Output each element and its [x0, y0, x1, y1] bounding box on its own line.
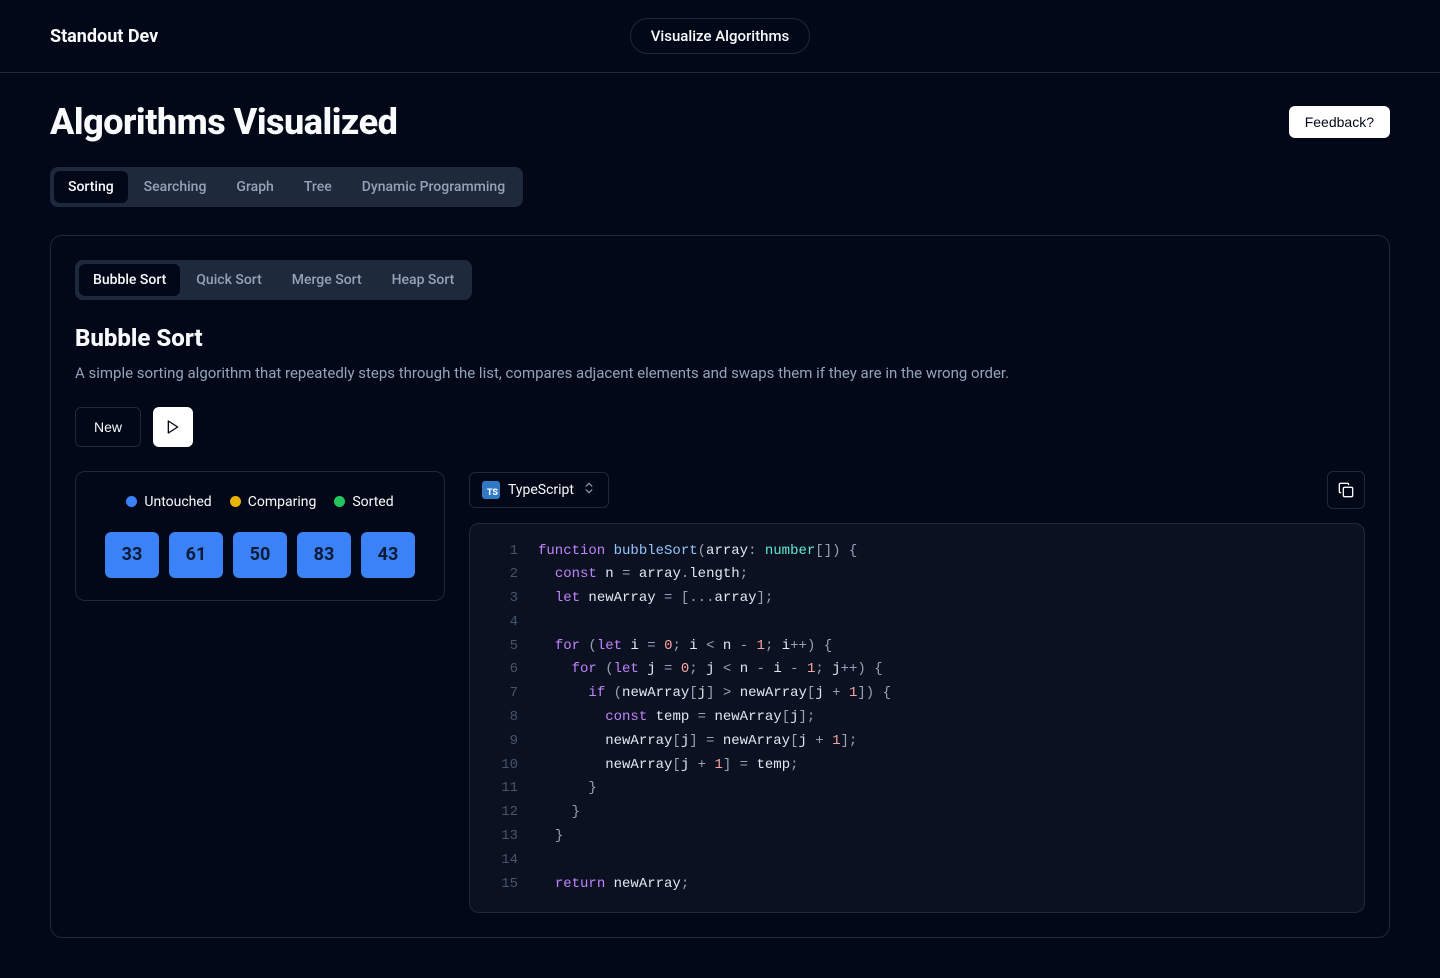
code-content: } — [538, 777, 597, 801]
algorithm-description: A simple sorting algorithm that repeated… — [75, 362, 1365, 385]
algorithm-card: Bubble SortQuick SortMerge SortHeap Sort… — [50, 235, 1390, 938]
algorithm-tabs: Bubble SortQuick SortMerge SortHeap Sort — [75, 260, 472, 300]
page-title: Algorithms Visualized — [50, 101, 397, 143]
legend-sorted-label: Sorted — [352, 494, 393, 510]
line-number: 6 — [488, 658, 518, 682]
code-toolbar: TS TypeScript — [469, 471, 1365, 509]
line-number: 12 — [488, 801, 518, 825]
line-number: 10 — [488, 754, 518, 778]
line-number: 4 — [488, 611, 518, 635]
copy-button[interactable] — [1327, 471, 1365, 509]
subtab-quick-sort[interactable]: Quick Sort — [182, 264, 275, 296]
code-line: 4 — [488, 611, 1346, 635]
language-label: TypeScript — [508, 482, 574, 498]
array-cell: 43 — [361, 532, 415, 578]
controls-row: New — [75, 407, 1365, 447]
dot-blue-icon — [126, 496, 137, 507]
array-cell: 50 — [233, 532, 287, 578]
code-block: 1function bubbleSort(array: number[]) {2… — [469, 523, 1365, 914]
legend-untouched: Untouched — [126, 494, 211, 510]
tab-tree[interactable]: Tree — [290, 171, 346, 203]
line-number: 8 — [488, 706, 518, 730]
dot-green-icon — [334, 496, 345, 507]
line-number: 9 — [488, 730, 518, 754]
code-line: 10 newArray[j + 1] = temp; — [488, 754, 1346, 778]
legend-sorted: Sorted — [334, 494, 393, 510]
code-line: 12 } — [488, 801, 1346, 825]
code-line: 8 const temp = newArray[j]; — [488, 706, 1346, 730]
code-content: let newArray = [...array]; — [538, 587, 773, 611]
legend-comparing: Comparing — [230, 494, 317, 510]
site-header: Standout Dev Visualize Algorithms — [0, 0, 1440, 73]
code-line: 6 for (let j = 0; j < n - i - 1; j++) { — [488, 658, 1346, 682]
line-number: 14 — [488, 849, 518, 873]
copy-icon — [1338, 482, 1354, 498]
algorithm-title: Bubble Sort — [75, 324, 1365, 352]
code-content: if (newArray[j] > newArray[j + 1]) { — [538, 682, 891, 706]
code-line: 5 for (let i = 0; i < n - 1; i++) { — [488, 635, 1346, 659]
play-button[interactable] — [153, 407, 193, 447]
code-line: 7 if (newArray[j] > newArray[j + 1]) { — [488, 682, 1346, 706]
line-number: 3 — [488, 587, 518, 611]
code-line: 3 let newArray = [...array]; — [488, 587, 1346, 611]
visualization-panel: Untouched Comparing Sorted 3361508343 — [75, 471, 445, 601]
code-content: function bubbleSort(array: number[]) { — [538, 540, 857, 564]
feedback-button[interactable]: Feedback? — [1289, 106, 1390, 138]
code-content: } — [538, 825, 563, 849]
language-select[interactable]: TS TypeScript — [469, 472, 609, 508]
title-row: Algorithms Visualized Feedback? — [50, 101, 1390, 143]
typescript-icon: TS — [482, 481, 500, 499]
code-content: const n = array.length; — [538, 563, 748, 587]
brand-logo[interactable]: Standout Dev — [50, 26, 158, 47]
columns: Untouched Comparing Sorted 3361508343 — [75, 471, 1365, 914]
tab-graph[interactable]: Graph — [222, 171, 287, 203]
code-line: 9 newArray[j] = newArray[j + 1]; — [488, 730, 1346, 754]
line-number: 11 — [488, 777, 518, 801]
line-number: 1 — [488, 540, 518, 564]
code-line: 15 return newArray; — [488, 873, 1346, 897]
code-panel: TS TypeScript 1 function bubbleSort(array… — [469, 471, 1365, 914]
legend: Untouched Comparing Sorted — [98, 494, 422, 510]
legend-untouched-label: Untouched — [144, 494, 211, 510]
code-content: newArray[j + 1] = temp; — [538, 754, 799, 778]
line-number: 2 — [488, 563, 518, 587]
line-number: 7 — [488, 682, 518, 706]
code-line: 2 const n = array.length; — [488, 563, 1346, 587]
tab-searching[interactable]: Searching — [130, 171, 221, 203]
tab-dynamic-programming[interactable]: Dynamic Programming — [348, 171, 519, 203]
array-cell: 83 — [297, 532, 351, 578]
category-tabs: SortingSearchingGraphTreeDynamic Program… — [50, 167, 523, 207]
subtab-bubble-sort[interactable]: Bubble Sort — [79, 264, 180, 296]
chevron-up-down-icon — [582, 481, 596, 498]
array-cell: 33 — [105, 532, 159, 578]
array-row: 3361508343 — [98, 532, 422, 578]
subtab-merge-sort[interactable]: Merge Sort — [278, 264, 376, 296]
dot-yellow-icon — [230, 496, 241, 507]
code-content: const temp = newArray[j]; — [538, 706, 815, 730]
legend-comparing-label: Comparing — [248, 494, 317, 510]
nav-visualize-algorithms[interactable]: Visualize Algorithms — [630, 18, 811, 54]
code-line: 1 function bubbleSort(array: number[]) { — [488, 540, 1346, 564]
code-content: newArray[j] = newArray[j + 1]; — [538, 730, 857, 754]
code-content: return newArray; — [538, 873, 689, 897]
main-content: Algorithms Visualized Feedback? SortingS… — [0, 73, 1440, 978]
line-number: 15 — [488, 873, 518, 897]
subtab-heap-sort[interactable]: Heap Sort — [378, 264, 469, 296]
code-content: for (let i = 0; i < n - 1; i++) { — [538, 635, 832, 659]
line-number: 13 — [488, 825, 518, 849]
tab-sorting[interactable]: Sorting — [54, 171, 128, 203]
code-line: 11 } — [488, 777, 1346, 801]
new-array-button[interactable]: New — [75, 407, 141, 447]
code-content: for (let j = 0; j < n - i - 1; j++) { — [538, 658, 883, 682]
play-icon — [165, 419, 181, 435]
code-line: 14 — [488, 849, 1346, 873]
line-number: 5 — [488, 635, 518, 659]
array-cell: 61 — [169, 532, 223, 578]
code-line: 13 } — [488, 825, 1346, 849]
code-content: } — [538, 801, 580, 825]
